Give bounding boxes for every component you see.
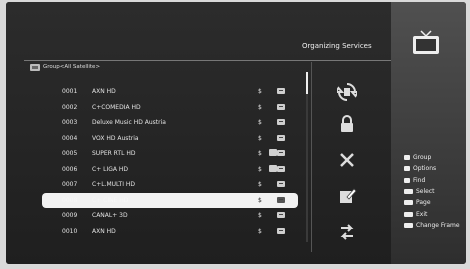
hd-tag-icon [277,165,285,172]
hd-tag-icon [277,181,285,187]
legend-label: Select [416,188,435,196]
channel-number: 0002 [62,103,78,111]
channel-name: SUPER RTL HD [92,150,136,157]
hd-tag-icon [277,227,285,234]
legend-label: Options [413,165,437,173]
legend-item: Change Frame [404,220,466,231]
hd-tag-icon [277,212,285,218]
remote-key-icon [404,222,413,228]
channel-row[interactable]: 0002 C+COMEDIA HD $ [42,100,298,116]
scrambled-indicator: $ [258,119,262,126]
header-divider [24,60,391,61]
group-selector[interactable]: Group<All Satellite> [30,62,100,72]
channel-name: AXN HD [92,88,116,95]
channel-number: 0005 [62,150,78,157]
channel-row[interactable]: 0004 VOX HD Austria $ [42,131,298,147]
skip-icon[interactable] [337,222,357,242]
legend-label: Change Frame [416,221,460,229]
hd-tag-icon [277,196,285,203]
hd-tag-icon [277,119,285,125]
lock-indicator-icon [269,149,277,156]
channel-name: C+ CINE HD [92,196,129,204]
legend-label: Page [416,199,431,207]
hd-tag-icon [277,88,285,94]
hd-tag-icon [277,103,285,110]
channel-name: CANAL+ 3D [92,212,128,219]
channel-name: AXN HD [92,227,116,235]
group-label: Group<All Satellite> [43,64,101,70]
channel-row[interactable]: 0009 CANAL+ 3D $ [42,208,298,224]
move-icon[interactable] [337,82,357,102]
channel-number: 0007 [62,181,78,188]
scrambled-indicator: $ [258,212,262,219]
scrambled-indicator: $ [258,181,262,188]
scrollbar[interactable] [306,72,308,242]
channel-row[interactable]: 0003 Deluxe Music HD Austria $ [42,115,298,131]
channel-number: 0001 [62,88,78,95]
remote-key-icon [404,166,410,172]
legend-item: Find [404,175,466,186]
channel-name: C+ LIGA HD [92,165,129,173]
delete-icon[interactable] [337,150,357,170]
channel-number: 0003 [62,119,78,126]
scrambled-indicator: $ [258,196,262,204]
hd-tag-icon [277,134,285,141]
divider [311,62,312,252]
channel-name: C+COMEDIA HD [92,103,141,111]
legend-item: Exit [404,208,466,219]
lock-icon[interactable] [337,114,357,134]
scrambled-indicator: $ [258,88,262,95]
key-legend: Group Options Find Select Page Exit Change Fra… [404,152,466,231]
legend-label: Find [413,176,426,184]
channel-row[interactable]: 0005 SUPER RTL HD $ [42,146,298,162]
hd-tag-icon [277,150,285,156]
channel-row[interactable]: 0008 C+ CINE HD $ [42,192,298,208]
channel-name: Deluxe Music HD Austria [92,119,166,126]
channel-row[interactable]: 0006 C+ LIGA HD $ [42,162,298,178]
scrambled-indicator: $ [258,134,262,142]
legend-item: Options [404,163,466,174]
legend-item: Page [404,197,466,208]
remote-key-icon [404,177,410,183]
channel-name: C+L.MULTI HD [92,181,136,188]
legend-label: Exit [416,210,428,218]
remote-key-icon [404,211,413,217]
channel-row[interactable]: 0007 C+L.MULTI HD $ [42,177,298,193]
remote-key-icon [404,200,413,206]
channel-row[interactable]: 0001 AXN HD $ [42,84,298,100]
tv-icon [411,30,441,56]
legend-item: Select [404,186,466,197]
remote-key-icon [404,189,413,195]
channel-name: VOX HD Austria [92,134,139,142]
scrambled-indicator: $ [258,165,262,173]
legend-label: Group [413,154,432,162]
channel-row[interactable]: 0010 AXN HD $ [42,224,298,240]
scrambled-indicator: $ [258,150,262,157]
scrollbar-thumb[interactable] [306,72,308,94]
channel-number: 0008 [62,196,78,204]
folder-icon [30,63,40,71]
lock-indicator-icon [269,164,277,172]
rename-icon[interactable] [337,186,357,206]
remote-key-icon [404,155,410,161]
page-title: Organizing Services [302,42,372,50]
channel-number: 0004 [62,134,78,142]
legend-item: Group [404,152,466,163]
tv-screen: Organizing Services Group<All Satellite>… [6,2,466,264]
channel-list: 0001 AXN HD $0002 C+COMEDIA HD $0003 Deluxe M… [42,84,298,239]
scrambled-indicator: $ [258,227,262,235]
channel-number: 0009 [62,212,78,219]
scrambled-indicator: $ [258,103,262,111]
channel-number: 0010 [62,227,78,235]
channel-number: 0006 [62,165,78,173]
